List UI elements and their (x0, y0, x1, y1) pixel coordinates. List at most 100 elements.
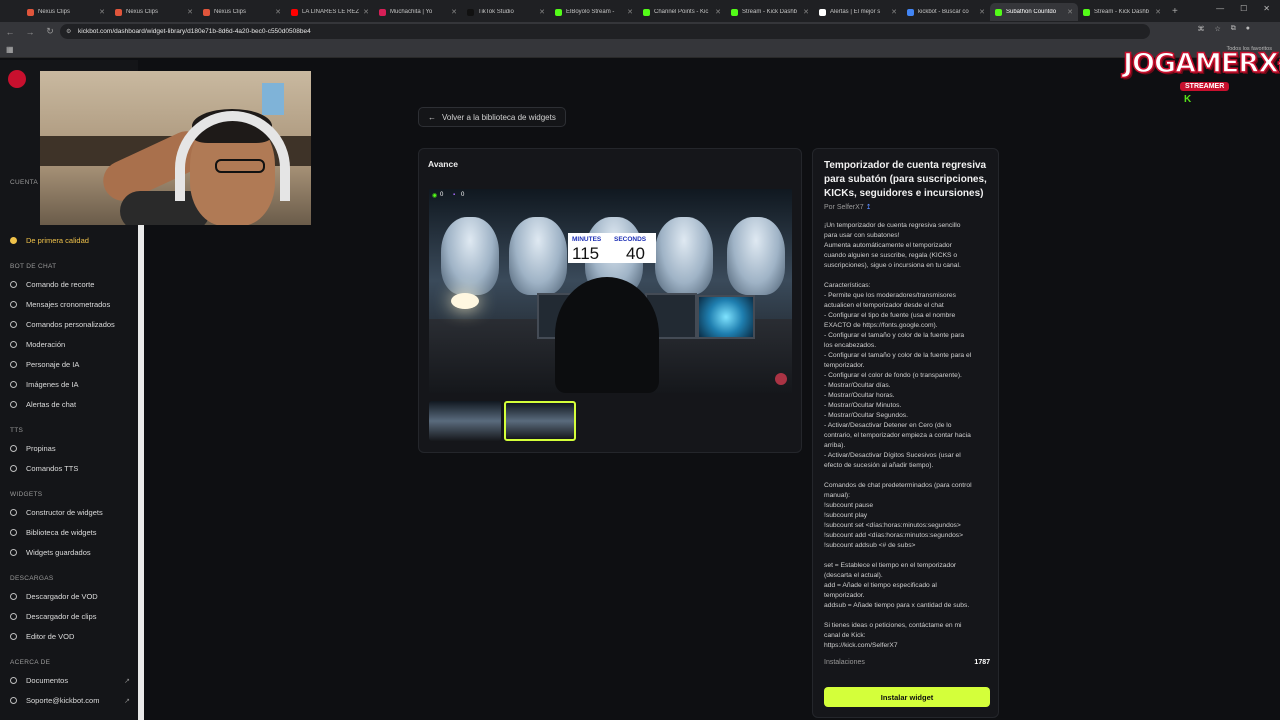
sidebar-item[interactable]: Descargador de VOD (10, 592, 130, 601)
url-text: kickbot.com/dashboard/widget-library/d18… (78, 28, 311, 35)
tab-close-icon[interactable]: ✕ (1155, 8, 1161, 16)
preview-thumbnail[interactable] (429, 401, 501, 441)
sidebar-item-label: Moderación (26, 340, 66, 349)
description-line: suscripciones), sigue o incursiona en tu… (824, 262, 961, 269)
tab-favicon (643, 8, 650, 16)
tab-close-icon[interactable]: ✕ (1067, 8, 1073, 16)
browser-tab[interactable]: Subathon Countdo ✕ (990, 3, 1078, 21)
installs-value: 1787 (974, 659, 990, 666)
sidebar-item[interactable]: Moderación (10, 340, 130, 349)
sidebar-scrollbar[interactable] (138, 225, 144, 720)
description-line: !subcount play (824, 512, 868, 519)
sidebar-item[interactable]: Constructor de widgets (10, 508, 130, 517)
sidebar-item[interactable]: Documentos ↗ (10, 676, 130, 685)
description-line: contrario, el temporizador empieza a con… (824, 432, 971, 439)
maximize-icon[interactable]: ☐ (1240, 4, 1247, 13)
bookmark-icon (10, 549, 17, 556)
edit-icon (10, 633, 17, 640)
tab-title: ElBoyolo Stream - (566, 9, 615, 15)
browser-tab[interactable]: kickbot - Buscar co ✕ (902, 3, 990, 21)
url-input[interactable]: ⚙ kickbot.com/dashboard/widget-library/d… (60, 24, 1150, 39)
site-info-icon[interactable]: ⚙ (66, 28, 71, 35)
section-descargas: Descargas (10, 575, 54, 582)
back-to-library-label: Volver a la biblioteca de widgets (442, 112, 556, 122)
sidebar-item[interactable]: Biblioteca de widgets (10, 528, 130, 537)
browser-tab[interactable]: ElBoyolo Stream - ✕ (550, 3, 638, 21)
sidebar-item[interactable]: Descargador de clips (10, 612, 130, 621)
bust-figure (509, 217, 567, 295)
sidebar-item[interactable]: Personaje de IA (10, 360, 130, 369)
stream-logo-overlay: JOGAMERXt STREAMER K (1118, 40, 1280, 105)
browser-tab[interactable]: Stream - Kick Dashb ✕ (726, 3, 814, 21)
document-icon (10, 677, 17, 684)
sidebar-item[interactable]: Propinas (10, 444, 130, 453)
forward-arrow-icon[interactable]: → (20, 27, 40, 37)
tab-favicon (1083, 8, 1090, 16)
sidebar-item[interactable]: Alertas de chat (10, 400, 130, 409)
back-to-library-button[interactable]: ← Volver a la biblioteca de widgets (418, 107, 566, 127)
tab-close-icon[interactable]: ✕ (803, 8, 809, 16)
description-line: canal de Kick: (824, 632, 866, 639)
tab-close-icon[interactable]: ✕ (99, 8, 105, 16)
address-bar: ← → ↻ ⚙ kickbot.com/dashboard/widget-lib… (0, 22, 1280, 41)
sidebar-item[interactable]: Soporte@kickbot.com ↗ (10, 696, 130, 705)
sidebar-item[interactable]: Comando de recorte (10, 280, 130, 289)
tab-close-icon[interactable]: ✕ (363, 8, 369, 16)
sidebar-item[interactable]: Widgets guardados (10, 548, 130, 557)
description-line: Si tienes ideas o peticiones, contáctame… (824, 622, 962, 629)
sidebar-item[interactable]: Imágenes de IA (10, 380, 130, 389)
tab-close-icon[interactable]: ✕ (187, 8, 193, 16)
browser-tab[interactable]: LA LINARES LE REZ ✕ (286, 3, 374, 21)
crown-icon (10, 237, 17, 244)
install-widget-button[interactable]: Instalar widget (824, 687, 990, 707)
tab-favicon (27, 8, 34, 16)
description-line: !subcount add <días:horas:minutos:segund… (824, 532, 964, 539)
description-line: - Mostrar/Ocultar Minutos. (824, 402, 902, 409)
widget-author[interactable]: Por SelferX7 ↥ (824, 203, 872, 211)
browser-tab[interactable]: Nexus Clips ✕ (198, 3, 286, 21)
sidebar-item-premium[interactable]: De primera calidad (10, 236, 130, 245)
tab-close-icon[interactable]: ✕ (715, 8, 721, 16)
description-line: temporizador. (824, 362, 865, 369)
sidebar-item-label: Constructor de widgets (26, 508, 103, 517)
close-icon[interactable]: ✕ (1263, 4, 1270, 13)
translate-icon[interactable]: ⌘ (1197, 25, 1204, 33)
minimize-icon[interactable]: — (1216, 4, 1224, 13)
sidebar-item[interactable]: Comandos TTS (10, 464, 130, 473)
sidebar-item[interactable]: Editor de VOD (10, 632, 130, 641)
apps-grid-icon[interactable]: ▦ (6, 45, 14, 54)
viewer-count: 0 (440, 192, 444, 198)
seconds-label: SECONDS (614, 236, 647, 243)
sidebar-item[interactable]: Comandos personalizados (10, 320, 130, 329)
tab-favicon (115, 8, 122, 16)
tab-close-icon[interactable]: ✕ (451, 8, 457, 16)
description-line: - Activar/Desactivar Detener en Cero (de… (824, 422, 952, 429)
channel-avatar (8, 70, 26, 88)
browser-tab[interactable]: Nexus Clips ✕ (22, 3, 110, 21)
sidebar-item[interactable]: Mensajes cronometrados (10, 300, 130, 309)
back-arrow-icon[interactable]: ← (0, 27, 20, 37)
sidebar-item-label: Biblioteca de widgets (26, 528, 97, 537)
brand[interactable] (8, 70, 26, 88)
browser-tab[interactable]: Alertas | El mejor s ✕ (814, 3, 902, 21)
tab-close-icon[interactable]: ✕ (275, 8, 281, 16)
tab-close-icon[interactable]: ✕ (539, 8, 545, 16)
browser-tab[interactable]: Channel Points - Kic ✕ (638, 3, 726, 21)
star-icon[interactable]: ☆ (1214, 25, 1220, 33)
profile-icon[interactable]: ● (1246, 25, 1250, 33)
sidebar-item-label: Alertas de chat (26, 400, 77, 409)
chat-icon: ▪ (453, 192, 456, 198)
shield-icon (10, 341, 17, 348)
new-tab-icon[interactable]: + (1172, 6, 1178, 17)
reload-icon[interactable]: ↻ (40, 26, 60, 37)
preview-thumbnail-selected[interactable] (504, 401, 576, 441)
browser-tab[interactable]: Stream - Kick Dashb ✕ (1078, 3, 1166, 21)
coin-icon (10, 445, 17, 452)
tab-close-icon[interactable]: ✕ (627, 8, 633, 16)
extensions-icon[interactable]: ⧉ (1231, 25, 1236, 33)
tab-close-icon[interactable]: ✕ (891, 8, 897, 16)
browser-tab[interactable]: Nexus Clips ✕ (110, 3, 198, 21)
browser-tab[interactable]: Muchachita | Yo ✕ (374, 3, 462, 21)
tab-close-icon[interactable]: ✕ (979, 8, 985, 16)
browser-tab[interactable]: TikTok Studio ✕ (462, 3, 550, 21)
